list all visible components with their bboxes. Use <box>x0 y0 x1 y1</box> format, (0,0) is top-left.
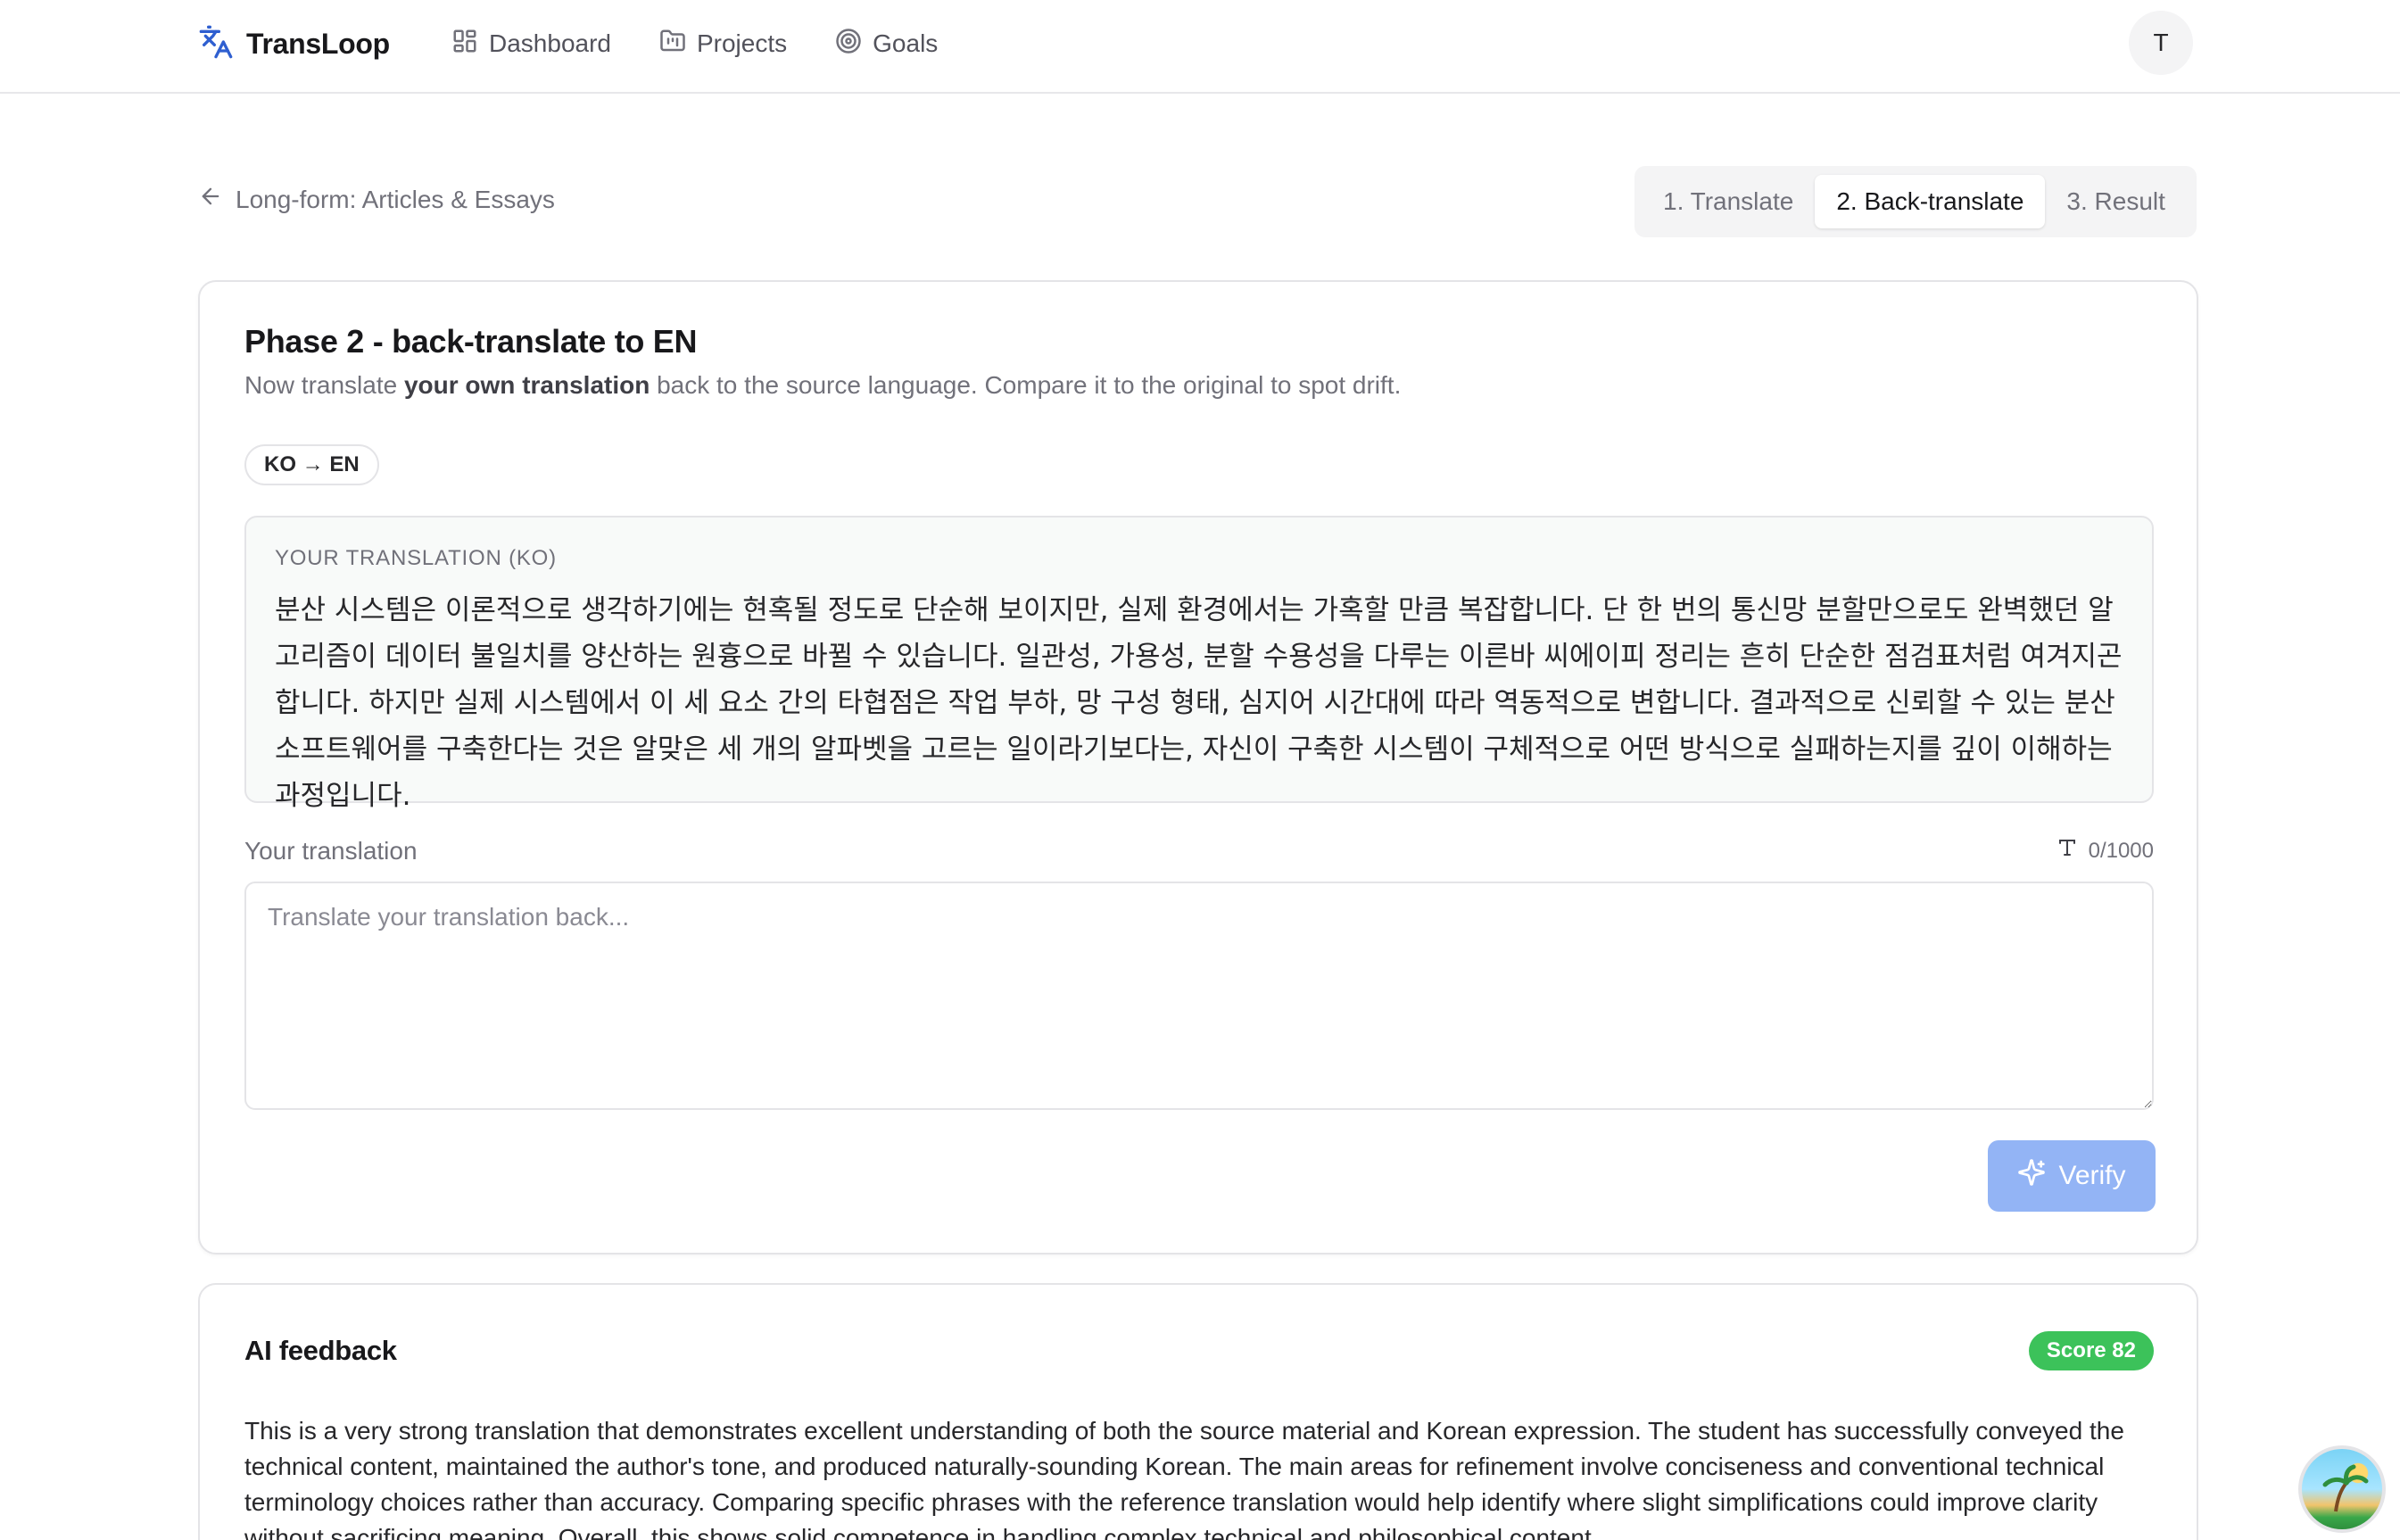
brand-logo-link[interactable]: TransLoop <box>198 21 390 66</box>
character-counter: 0/1000 <box>2057 837 2154 865</box>
back-link-label: Long-form: Articles & Essays <box>236 185 555 213</box>
text-type-icon <box>2057 837 2078 865</box>
app-name: TransLoop <box>246 27 390 60</box>
nav-item-dashboard[interactable]: Dashboard <box>451 28 611 61</box>
subtitle-text-pre: Now translate <box>244 371 404 399</box>
verify-label: Verify <box>2058 1161 2126 1190</box>
nav-item-label: Goals <box>873 29 939 57</box>
source-label: YOUR TRANSLATION (KO) <box>275 546 557 570</box>
translation-field-label: Your translation <box>244 837 418 865</box>
floating-assistant-badge[interactable] <box>2298 1445 2386 1533</box>
back-translation-input[interactable] <box>244 882 2154 1110</box>
feedback-title: AI feedback <box>244 1335 397 1366</box>
ai-feedback-card: AI feedback Score 82 This is a very stro… <box>198 1283 2198 1540</box>
subtitle-text-post: back to the source language. Compare it … <box>650 371 1402 399</box>
user-avatar[interactable]: T <box>2129 11 2193 75</box>
top-navigation: TransLoop Dashboard Projects Goals T <box>0 0 2400 94</box>
character-count: 0/1000 <box>2088 838 2154 863</box>
folder-icon <box>659 28 686 61</box>
dashboard-icon <box>451 28 478 61</box>
back-translate-card: Phase 2 - back-translate to EN Now trans… <box>198 280 2198 1254</box>
language-pair-badge: KO → EN <box>244 444 379 485</box>
source-text: 분산 시스템은 이론적으로 생각하기에는 현혹될 정도로 단순해 보이지만, 실… <box>275 594 2123 812</box>
translate-icon <box>198 24 234 64</box>
nav-item-goals[interactable]: Goals <box>835 28 938 61</box>
phase-subtitle: Now translate your own translation back … <box>244 371 1401 400</box>
back-link[interactable]: Long-form: Articles & Essays <box>198 184 555 215</box>
score-badge: Score 82 <box>2028 1331 2154 1370</box>
target-icon <box>835 28 862 61</box>
nav-item-projects[interactable]: Projects <box>659 28 787 61</box>
nav-item-label: Projects <box>696 29 788 57</box>
island-illustration-icon <box>2322 1464 2369 1512</box>
tab-back-translate[interactable]: 2. Back-translate <box>1815 175 2046 228</box>
feedback-text: This is a very strong translation that d… <box>244 1417 2124 1540</box>
tab-result[interactable]: 3. Result <box>2045 175 2187 228</box>
sparkles-icon <box>2017 1158 2046 1194</box>
subtitle-text-bold: your own translation <box>403 371 650 399</box>
main-nav: Dashboard Projects Goals <box>451 21 986 66</box>
source-translation-box: YOUR TRANSLATION (KO) 분산 시스템은 이론적으로 생각하기… <box>244 516 2154 812</box>
step-tabs: 1. Translate 2. Back-translate 3. Result <box>1634 166 2197 237</box>
tab-translate[interactable]: 1. Translate <box>1642 175 1815 228</box>
phase-title: Phase 2 - back-translate to EN <box>244 323 698 360</box>
verify-button[interactable]: Verify <box>1988 1140 2156 1212</box>
arrow-left-icon <box>198 184 223 215</box>
nav-item-label: Dashboard <box>489 29 611 57</box>
